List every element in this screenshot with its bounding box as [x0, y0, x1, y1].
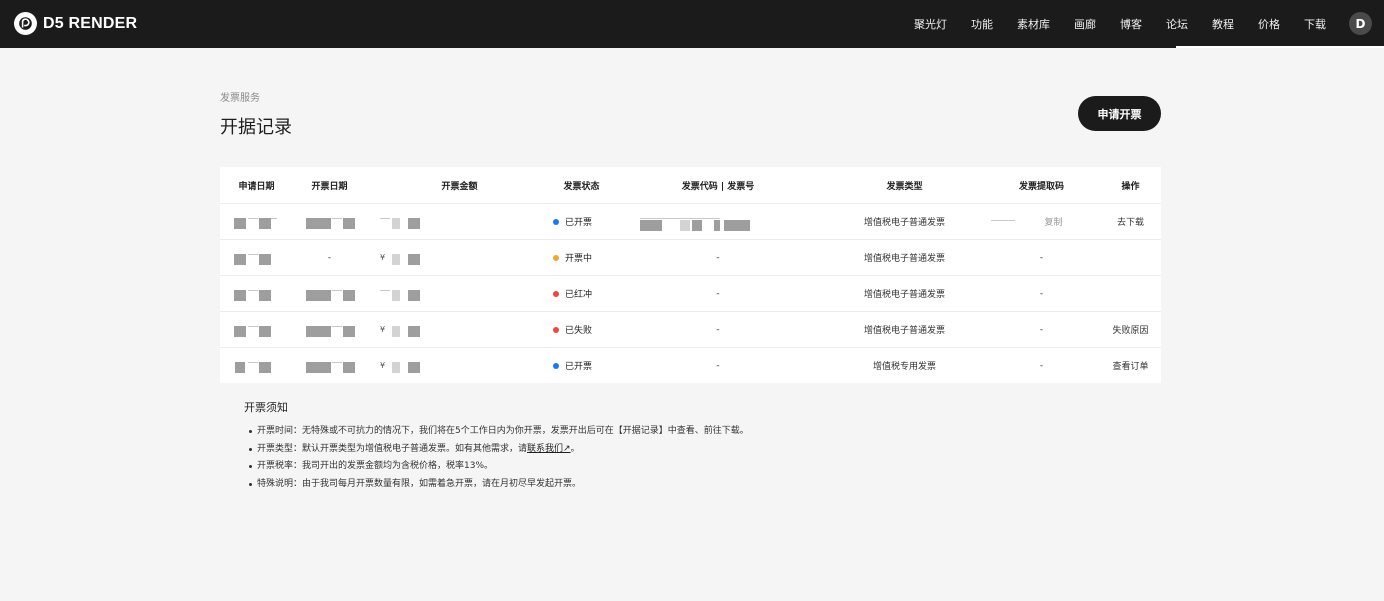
- apply-date-cell: [220, 204, 293, 239]
- issue-date-cell: [293, 204, 366, 239]
- notes-item: 开票时间：无特殊或不可抗力的情况下，我们将在5个工作日内为你开票，发票开出后可在…: [244, 423, 749, 441]
- status-badge: 已红冲: [553, 287, 592, 300]
- invoice-code-cell: -: [716, 252, 720, 263]
- issue-date-cell: -: [327, 252, 332, 263]
- table-row: ¥ 已失败 - 增值税电子普通发票 - 失败原因: [220, 311, 1161, 347]
- invoice-code-cell: [610, 204, 826, 239]
- table-row: - ¥ 开票中 - 增值税电子普通发票 -: [220, 239, 1161, 275]
- column-header-type: 发票类型: [886, 181, 923, 192]
- amount-cell: [366, 276, 553, 311]
- column-header-apply-date: 申请日期: [238, 181, 275, 192]
- table-row: ¥ 已开票 - 增值税专用发票 - 查看订单: [220, 347, 1161, 383]
- contact-us-link[interactable]: 联系我们↗: [527, 444, 571, 454]
- nav-item-spotlight[interactable]: 聚光灯: [914, 16, 947, 32]
- status-badge: 已开票: [553, 359, 592, 372]
- apply-date-cell: [220, 240, 293, 275]
- invoice-type-cell: 增值税专用发票: [872, 362, 936, 372]
- action-cell: [1100, 276, 1161, 311]
- breadcrumb[interactable]: 发票服务: [220, 89, 260, 104]
- notes-item: 特殊说明：由于我司每月开票数量有限，如需着急开票，请在月初尽早发起开票。: [244, 476, 749, 494]
- column-header-status: 发票状态: [563, 181, 600, 192]
- status-cell: 已失败: [553, 312, 610, 347]
- column-header-action: 操作: [1121, 181, 1140, 192]
- copy-link[interactable]: 复制: [1044, 215, 1062, 228]
- view-order-link[interactable]: 查看订单: [1100, 348, 1161, 383]
- invoice-notes: 开票须知 开票时间：无特殊或不可抗力的情况下，我们将在5个工作日内为你开票，发票…: [244, 399, 749, 493]
- apply-invoice-button[interactable]: 申请开票: [1078, 96, 1161, 131]
- failure-reason-link[interactable]: 失败原因: [1100, 312, 1161, 347]
- table-header: 申请日期 开票日期 开票金额 发票状态 发票代码 | 发票号 发票类型 发票提取…: [220, 167, 1161, 203]
- nav-item-blog[interactable]: 博客: [1120, 16, 1142, 32]
- status-dot-icon: [553, 218, 559, 225]
- invoice-code-cell: -: [716, 324, 720, 335]
- status-dot-icon: [553, 362, 559, 369]
- nav-divider: [1176, 46, 1384, 48]
- top-nav-bar: D5 RENDER 聚光灯 功能 素材库 画廊 博客 论坛 教程 价格 下载 D: [0, 0, 1384, 48]
- extract-code-cell: -: [1039, 252, 1044, 263]
- status-dot-icon: [553, 290, 559, 297]
- invoice-code-cell: -: [716, 288, 720, 299]
- invoice-records-table: 申请日期 开票日期 开票金额 发票状态 发票代码 | 发票号 发票类型 发票提取…: [220, 167, 1161, 383]
- user-avatar[interactable]: D: [1349, 12, 1372, 35]
- brand-logo[interactable]: D5 RENDER: [14, 12, 137, 35]
- status-dot-icon: [553, 254, 559, 261]
- nav-item-forum[interactable]: 论坛: [1166, 16, 1188, 32]
- issue-date-cell: [293, 276, 366, 311]
- invoice-type-cell: 增值税电子普通发票: [863, 254, 945, 264]
- page-title: 开据记录: [220, 117, 292, 138]
- nav-item-features[interactable]: 功能: [971, 16, 993, 32]
- nav-item-pricing[interactable]: 价格: [1258, 16, 1280, 32]
- extract-code-cell: -: [1039, 288, 1044, 299]
- extract-code-cell: 复制: [983, 204, 1100, 239]
- apply-date-cell: [220, 348, 293, 383]
- apply-date-cell: [220, 312, 293, 347]
- column-header-issue-date: 开票日期: [311, 181, 348, 192]
- issue-date-cell: [293, 348, 366, 383]
- nav-item-tutorials[interactable]: 教程: [1212, 16, 1234, 32]
- column-header-code: 发票代码 | 发票号: [681, 181, 755, 192]
- amount-cell: ¥: [366, 312, 553, 347]
- table-row: 已开票 增值税电子普通发票 复制 去下载: [220, 203, 1161, 239]
- status-cell: 已红冲: [553, 276, 610, 311]
- nav-item-assets[interactable]: 素材库: [1017, 16, 1050, 32]
- status-cell: 已开票: [553, 204, 610, 239]
- invoice-type-cell: 增值税电子普通发票: [863, 218, 945, 228]
- status-badge: 已失败: [553, 323, 592, 336]
- invoice-type-cell: 增值税电子普通发票: [863, 290, 945, 300]
- status-badge: 开票中: [553, 251, 592, 264]
- notes-list: 开票时间：无特殊或不可抗力的情况下，我们将在5个工作日内为你开票，发票开出后可在…: [244, 423, 749, 493]
- status-dot-icon: [553, 326, 559, 333]
- apply-date-cell: [220, 276, 293, 311]
- extract-code-cell: -: [1039, 324, 1044, 335]
- nav-item-gallery[interactable]: 画廊: [1074, 16, 1096, 32]
- status-cell: 开票中: [553, 240, 610, 275]
- column-header-amount: 开票金额: [441, 181, 478, 192]
- download-link[interactable]: 去下载: [1100, 204, 1161, 239]
- notes-item: 开票税率：我司开出的发票金额均为含税价格，税率13%。: [244, 458, 749, 476]
- extract-code-cell: -: [1039, 360, 1044, 371]
- status-cell: 已开票: [553, 348, 610, 383]
- main-nav: 聚光灯 功能 素材库 画廊 博客 论坛 教程 价格 下载: [914, 0, 1326, 48]
- amount-cell: [366, 204, 553, 239]
- notes-item: 开票类型：默认开票类型为增值税电子普通发票。如有其他需求，请联系我们↗。: [244, 441, 749, 459]
- invoice-code-cell: -: [716, 360, 720, 371]
- amount-cell: ¥: [366, 240, 553, 275]
- table-row: 已红冲 - 增值税电子普通发票 -: [220, 275, 1161, 311]
- status-badge: 已开票: [553, 215, 592, 228]
- nav-item-download[interactable]: 下载: [1304, 16, 1326, 32]
- notes-title: 开票须知: [244, 401, 288, 414]
- issue-date-cell: [293, 312, 366, 347]
- column-header-extract-code: 发票提取码: [1018, 181, 1064, 192]
- invoice-type-cell: 增值税电子普通发票: [863, 326, 945, 336]
- amount-cell: ¥: [366, 348, 553, 383]
- brand-name: D5 RENDER: [43, 14, 138, 32]
- d5-logo-icon: [14, 12, 37, 35]
- action-cell: [1100, 240, 1161, 275]
